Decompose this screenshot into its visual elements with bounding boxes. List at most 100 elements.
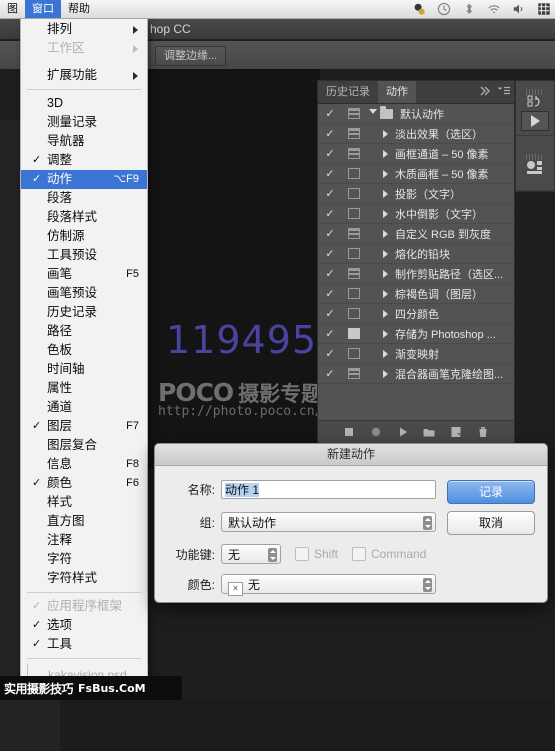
menubar-item-1[interactable]: 窗口 [25, 0, 61, 18]
action-dialog-toggle[interactable] [342, 368, 366, 379]
action-enable-check[interactable]: ✓ [318, 367, 342, 380]
chevron-right-icon[interactable] [378, 270, 392, 278]
action-row[interactable]: ✓木质画框 – 50 像素 [318, 164, 514, 184]
action-enable-check[interactable]: ✓ [318, 267, 342, 280]
record-icon[interactable] [370, 426, 382, 438]
stop-icon[interactable] [343, 426, 355, 438]
menu-item-8[interactable]: ✓调整 [21, 151, 147, 170]
menu-item-1[interactable]: 工作区 [21, 39, 147, 58]
action-row[interactable]: ✓自定义 RGB 到灰度 [318, 224, 514, 244]
command-checkbox[interactable] [352, 547, 366, 561]
window-menu-dropdown[interactable]: 排列工作区扩展功能3D测量记录导航器✓调整✓动作⌥F9段落段落样式仿制源工具预设… [20, 18, 148, 681]
chevron-right-icon[interactable] [378, 210, 392, 218]
dock-cell-history[interactable] [516, 81, 554, 136]
record-button[interactable]: 记录 [447, 480, 535, 504]
action-dialog-toggle[interactable] [342, 128, 366, 139]
menu-item-33[interactable]: ✓选项 [21, 616, 147, 635]
menu-item-19[interactable]: 时间轴 [21, 360, 147, 379]
action-enable-check[interactable]: ✓ [318, 347, 342, 360]
menu-item-23[interactable]: 图层复合 [21, 436, 147, 455]
action-enable-check[interactable]: ✓ [318, 327, 342, 340]
action-enable-check[interactable]: ✓ [318, 227, 342, 240]
chevron-right-icon[interactable] [378, 230, 392, 238]
chevron-right-icon[interactable] [378, 350, 392, 358]
menubar-item-0[interactable]: 图 [0, 0, 25, 18]
action-enable-check[interactable]: ✓ [318, 167, 342, 180]
action-dialog-toggle[interactable] [342, 268, 366, 279]
delete-icon[interactable] [477, 426, 489, 438]
action-dialog-toggle[interactable] [342, 288, 366, 299]
action-dialog-toggle[interactable] [342, 208, 366, 219]
dock-cell-3d[interactable] [516, 136, 554, 191]
menu-item-28[interactable]: 注释 [21, 531, 147, 550]
action-dialog-toggle[interactable] [342, 108, 366, 119]
new-set-icon[interactable] [423, 426, 435, 438]
menu-item-3[interactable]: 扩展功能 [21, 66, 147, 85]
color-select[interactable]: ×无 [221, 574, 436, 594]
cancel-button[interactable]: 取消 [447, 511, 535, 535]
panel-tab-1[interactable]: 动作 [378, 81, 416, 103]
bluetooth-icon[interactable] [462, 2, 476, 16]
actions-list[interactable]: ✓默认动作✓淡出效果（选区）✓画框通道 – 50 像素✓木质画框 – 50 像素… [318, 104, 514, 420]
panel-tab-0[interactable]: 历史记录 [318, 81, 378, 103]
menu-item-0[interactable]: 排列 [21, 20, 147, 39]
fkey-select[interactable]: 无 [221, 544, 281, 564]
menubar-item-2[interactable]: 帮助 [61, 0, 97, 18]
menu-item-15[interactable]: 画笔预设 [21, 284, 147, 303]
menu-item-12[interactable]: 仿制源 [21, 227, 147, 246]
action-dialog-toggle[interactable] [342, 168, 366, 179]
new-action-icon[interactable] [450, 426, 462, 438]
set-select[interactable]: 默认动作 [221, 512, 436, 532]
chevron-right-icon[interactable] [378, 310, 392, 318]
play-panel-button[interactable] [521, 111, 549, 131]
menu-item-27[interactable]: 直方图 [21, 512, 147, 531]
menu-item-34[interactable]: ✓工具 [21, 635, 147, 654]
menu-item-30[interactable]: 字符样式 [21, 569, 147, 588]
chevron-right-icon[interactable] [378, 290, 392, 298]
menu-item-18[interactable]: 色板 [21, 341, 147, 360]
menu-item-17[interactable]: 路径 [21, 322, 147, 341]
menu-item-20[interactable]: 属性 [21, 379, 147, 398]
menu-item-16[interactable]: 历史记录 [21, 303, 147, 322]
menu-item-22[interactable]: ✓图层F7 [21, 417, 147, 436]
panel-menu-icon[interactable] [498, 85, 510, 97]
action-row[interactable]: ✓投影（文字） [318, 184, 514, 204]
chevron-right-icon[interactable] [378, 170, 392, 178]
action-row[interactable]: ✓画框通道 – 50 像素 [318, 144, 514, 164]
action-dialog-toggle[interactable] [342, 248, 366, 259]
chevron-right-icon[interactable] [378, 330, 392, 338]
time-machine-icon[interactable] [437, 2, 451, 16]
chevron-right-icon[interactable] [378, 250, 392, 258]
action-row[interactable]: ✓熔化的铅块 [318, 244, 514, 264]
action-dialog-toggle[interactable] [342, 148, 366, 159]
shift-checkbox[interactable] [295, 547, 309, 561]
chevron-right-icon[interactable] [378, 150, 392, 158]
action-row[interactable]: ✓棕褐色调（图层） [318, 284, 514, 304]
menu-item-14[interactable]: 画笔F5 [21, 265, 147, 284]
menu-item-11[interactable]: 段落样式 [21, 208, 147, 227]
play-icon[interactable] [397, 426, 409, 438]
action-enable-check[interactable]: ✓ [318, 187, 342, 200]
menu-item-32[interactable]: ✓应用程序框架 [21, 597, 147, 616]
volume-icon[interactable] [512, 2, 526, 16]
panel-controls[interactable] [480, 85, 510, 97]
action-row[interactable]: ✓水中倒影（文字） [318, 204, 514, 224]
menu-item-21[interactable]: 通道 [21, 398, 147, 417]
action-dialog-toggle[interactable] [342, 308, 366, 319]
chevron-right-icon[interactable] [378, 190, 392, 198]
action-enable-check[interactable]: ✓ [318, 307, 342, 320]
action-dialog-toggle[interactable] [342, 348, 366, 359]
action-enable-check[interactable]: ✓ [318, 287, 342, 300]
menu-item-5[interactable]: 3D [21, 94, 147, 113]
action-dialog-toggle[interactable] [342, 328, 366, 339]
action-enable-check[interactable]: ✓ [318, 247, 342, 260]
action-row[interactable]: ✓四分颜色 [318, 304, 514, 324]
menu-item-13[interactable]: 工具预设 [21, 246, 147, 265]
menu-item-7[interactable]: 导航器 [21, 132, 147, 151]
chevron-down-icon[interactable] [366, 109, 380, 118]
action-row[interactable]: ✓渐变映射 [318, 344, 514, 364]
action-enable-check[interactable]: ✓ [318, 107, 342, 120]
input-source-icon[interactable] [537, 2, 551, 16]
action-row[interactable]: ✓淡出效果（选区） [318, 124, 514, 144]
refine-edge-button[interactable]: 调整边缘... [155, 46, 226, 66]
